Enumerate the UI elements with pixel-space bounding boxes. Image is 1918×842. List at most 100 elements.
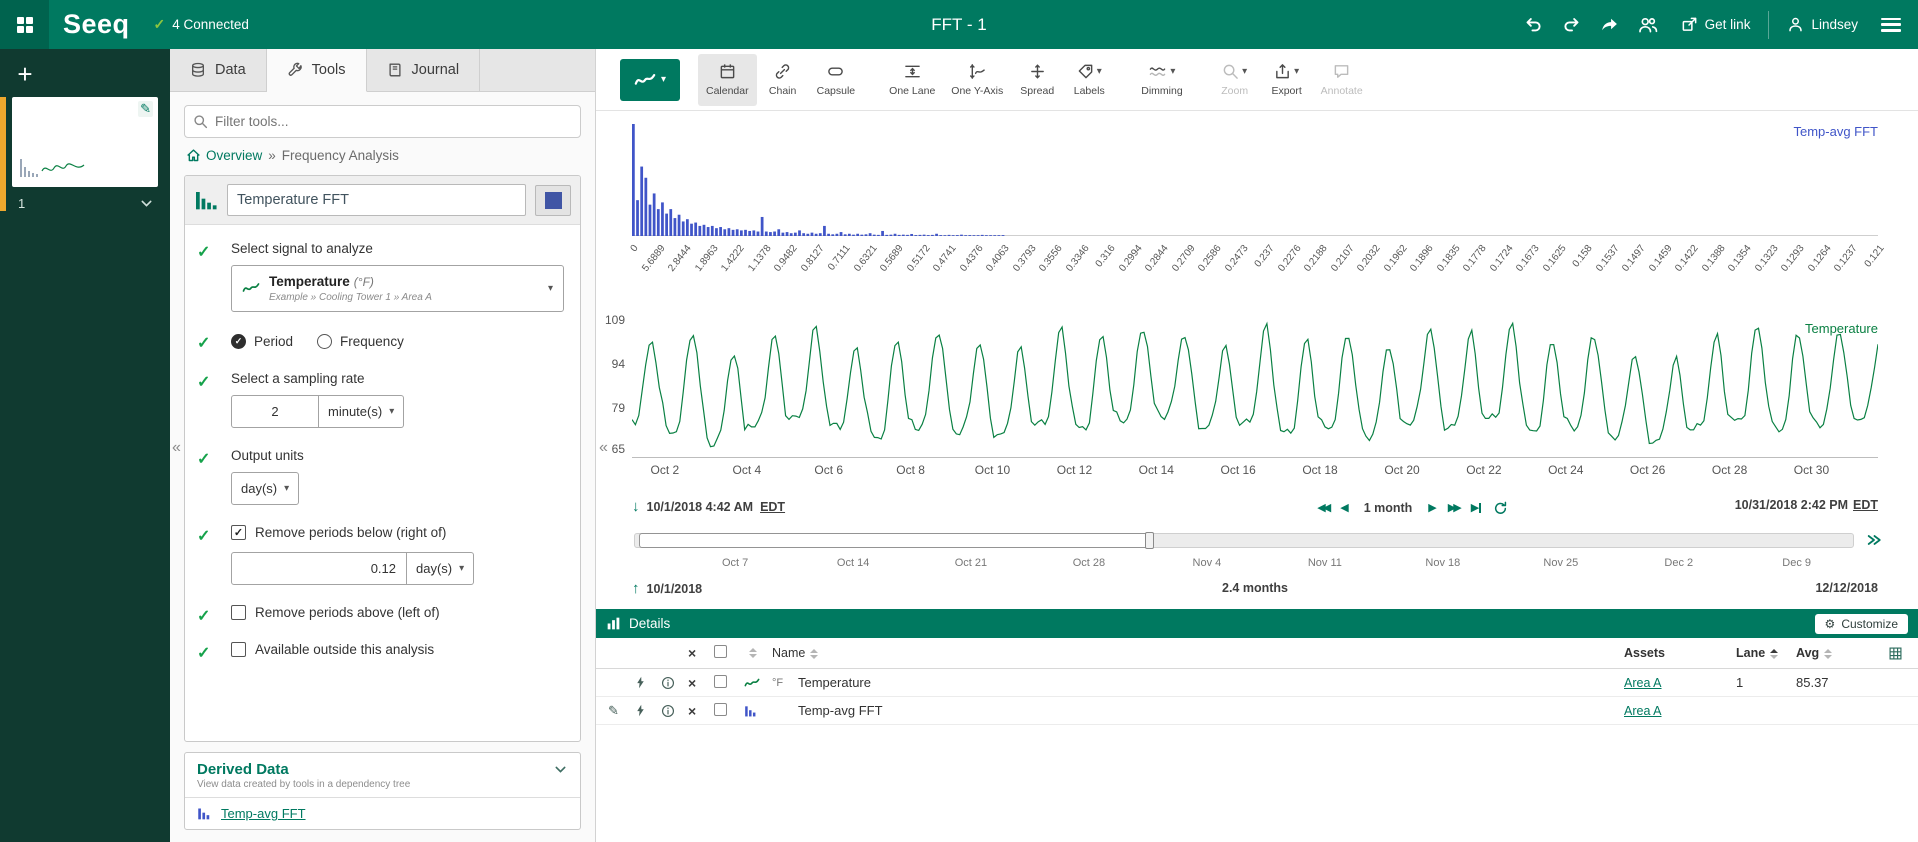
collapse-tools-panel-handle[interactable]: « — [599, 440, 608, 456]
users-button[interactable] — [1629, 0, 1667, 49]
investigate-start[interactable]: 10/1/2018 — [647, 582, 703, 596]
derived-data-header[interactable]: Derived Data — [185, 753, 580, 779]
sort-icon[interactable] — [749, 648, 757, 658]
tab-journal[interactable]: Journal — [367, 49, 481, 91]
step-size-label[interactable]: 1 month — [1364, 501, 1413, 515]
derived-item-link[interactable]: Temp-avg FFT — [221, 806, 306, 821]
range-slider-handle[interactable] — [1145, 532, 1154, 549]
frequency-radio[interactable] — [317, 334, 332, 349]
investigate-start-arrow-icon[interactable]: ↑ — [632, 580, 640, 597]
sort-icon[interactable] — [1824, 649, 1832, 659]
refresh-icon[interactable] — [1493, 501, 1508, 516]
present-button[interactable] — [1591, 0, 1629, 49]
step-forward-half-icon[interactable]: ▶▶ — [1448, 498, 1459, 518]
remove-all-items-button[interactable]: × — [688, 645, 714, 661]
calendar-button[interactable]: Calendar — [698, 54, 757, 106]
slider-expand-icon[interactable] — [1866, 532, 1882, 548]
worksheet-thumbnail[interactable]: ✎ — [12, 97, 158, 187]
available-outside-label[interactable]: Available outside this analysis — [255, 642, 434, 657]
step-to-end-icon[interactable]: ▶ — [1471, 498, 1481, 518]
sort-asc-icon[interactable] — [1770, 649, 1778, 659]
remove-item-button[interactable]: × — [688, 703, 714, 719]
view-selector-button[interactable]: ▾ — [620, 59, 680, 101]
step-back-half-icon[interactable]: ◀◀ — [1317, 498, 1328, 518]
avg-column-header[interactable]: Avg — [1796, 646, 1819, 660]
item-info-icon[interactable] — [661, 704, 688, 718]
period-radio-label[interactable]: Period — [254, 334, 293, 349]
item-info-icon[interactable] — [661, 676, 688, 690]
one-y-axis-button[interactable]: One Y-Axis — [943, 54, 1011, 106]
select-item-checkbox[interactable] — [714, 675, 727, 688]
labels-button[interactable]: ▾ Labels — [1063, 54, 1115, 106]
worksheet-chevron-down-icon[interactable] — [139, 196, 154, 211]
step-forward-icon[interactable]: ▶ — [1428, 498, 1435, 518]
select-item-checkbox[interactable] — [714, 703, 727, 716]
app-launcher-button[interactable] — [0, 0, 49, 49]
display-end[interactable]: 10/31/2018 2:42 PM — [1735, 498, 1848, 512]
frequency-radio-label[interactable]: Frequency — [340, 334, 404, 349]
remove-above-label[interactable]: Remove periods above (left of) — [255, 605, 440, 620]
temperature-series-label[interactable]: Temperature — [1805, 321, 1878, 336]
range-start-arrow-icon[interactable]: ↓ — [632, 498, 640, 515]
asset-link[interactable]: Area A — [1624, 704, 1662, 718]
user-menu-button[interactable]: Lindsey — [1773, 0, 1872, 49]
export-button[interactable]: ▾ Export — [1261, 54, 1313, 106]
fft-chart[interactable]: Temp-avg FFT — [632, 122, 1878, 236]
main-menu-button[interactable] — [1872, 0, 1910, 49]
step-back-icon[interactable]: ◀ — [1340, 498, 1347, 518]
display-start-timezone-link[interactable]: EDT — [760, 500, 785, 514]
spread-button[interactable]: Spread — [1011, 54, 1063, 106]
new-worksheet-button[interactable]: + — [10, 61, 40, 87]
table-row-temp-avg-fft[interactable]: ✎ × Temp-avg FFT Area A — [596, 697, 1918, 725]
signal-color-button[interactable] — [535, 185, 571, 216]
connected-status[interactable]: ✓ 4 Connected — [154, 16, 249, 33]
sort-icon[interactable] — [810, 649, 818, 659]
capsule-button[interactable]: Capsule — [809, 54, 864, 106]
remove-below-unit-select[interactable]: day(s)▾ — [407, 552, 474, 585]
redo-button[interactable] — [1553, 0, 1591, 49]
tool-name-input[interactable] — [227, 184, 526, 216]
display-end-timezone-link[interactable]: EDT — [1853, 498, 1878, 512]
investigate-end[interactable]: 12/12/2018 — [1815, 581, 1878, 595]
fft-series-label[interactable]: Temp-avg FFT — [1793, 124, 1878, 139]
temperature-chart[interactable]: Temperature — [632, 311, 1878, 458]
range-slider-track[interactable] — [634, 533, 1854, 548]
edit-worksheet-icon[interactable]: ✎ — [138, 101, 153, 117]
undo-button[interactable] — [1515, 0, 1553, 49]
lane-column-header[interactable]: Lane — [1736, 646, 1765, 660]
select-all-checkbox[interactable] — [714, 645, 727, 658]
item-name[interactable]: Temperature — [798, 675, 1624, 690]
remove-above-checkbox[interactable] — [231, 605, 246, 620]
asset-link[interactable]: Area A — [1624, 676, 1662, 690]
display-start[interactable]: 10/1/2018 4:42 AM — [647, 500, 754, 514]
tab-tools[interactable]: Tools — [267, 49, 367, 92]
filter-tools-input[interactable] — [184, 105, 581, 138]
collapse-worksheet-panel-handle[interactable]: « — [172, 440, 181, 456]
breadcrumb-overview-link[interactable]: Overview — [186, 148, 262, 163]
quick-action-bolt-icon[interactable] — [634, 704, 661, 717]
signal-select-dropdown[interactable]: Temperature(°F) Example » Cooling Tower … — [231, 265, 564, 312]
get-link-button[interactable]: Get link — [1667, 0, 1765, 49]
item-name[interactable]: Temp-avg FFT — [798, 703, 1624, 718]
range-slider-selection[interactable] — [639, 533, 1153, 548]
assets-column-header[interactable]: Assets — [1624, 646, 1665, 660]
chain-button[interactable]: Chain — [757, 54, 809, 106]
edit-item-pencil-icon[interactable]: ✎ — [608, 703, 634, 719]
tab-data[interactable]: Data — [170, 49, 267, 91]
available-outside-checkbox[interactable] — [231, 642, 246, 657]
name-column-header[interactable]: Name — [772, 646, 805, 660]
one-lane-button[interactable]: One Lane — [881, 54, 943, 106]
investigate-duration[interactable]: 2.4 months — [1222, 581, 1288, 595]
remove-item-button[interactable]: × — [688, 675, 714, 691]
remove-below-label[interactable]: Remove periods below (right of) — [255, 525, 446, 540]
sampling-rate-input[interactable] — [231, 395, 319, 428]
sampling-unit-select[interactable]: minute(s)▾ — [319, 395, 404, 428]
output-unit-select[interactable]: day(s)▾ — [231, 472, 299, 505]
table-grid-icon[interactable] — [1888, 646, 1903, 661]
quick-action-bolt-icon[interactable] — [634, 676, 661, 689]
period-radio[interactable]: ✓ — [231, 334, 246, 349]
customize-button[interactable]: ⚙ Customize — [1815, 614, 1908, 634]
remove-below-input[interactable] — [231, 552, 407, 585]
remove-below-checkbox[interactable]: ✓ — [231, 525, 246, 540]
table-row-temperature[interactable]: × °F Temperature Area A 1 85.37 — [596, 669, 1918, 697]
